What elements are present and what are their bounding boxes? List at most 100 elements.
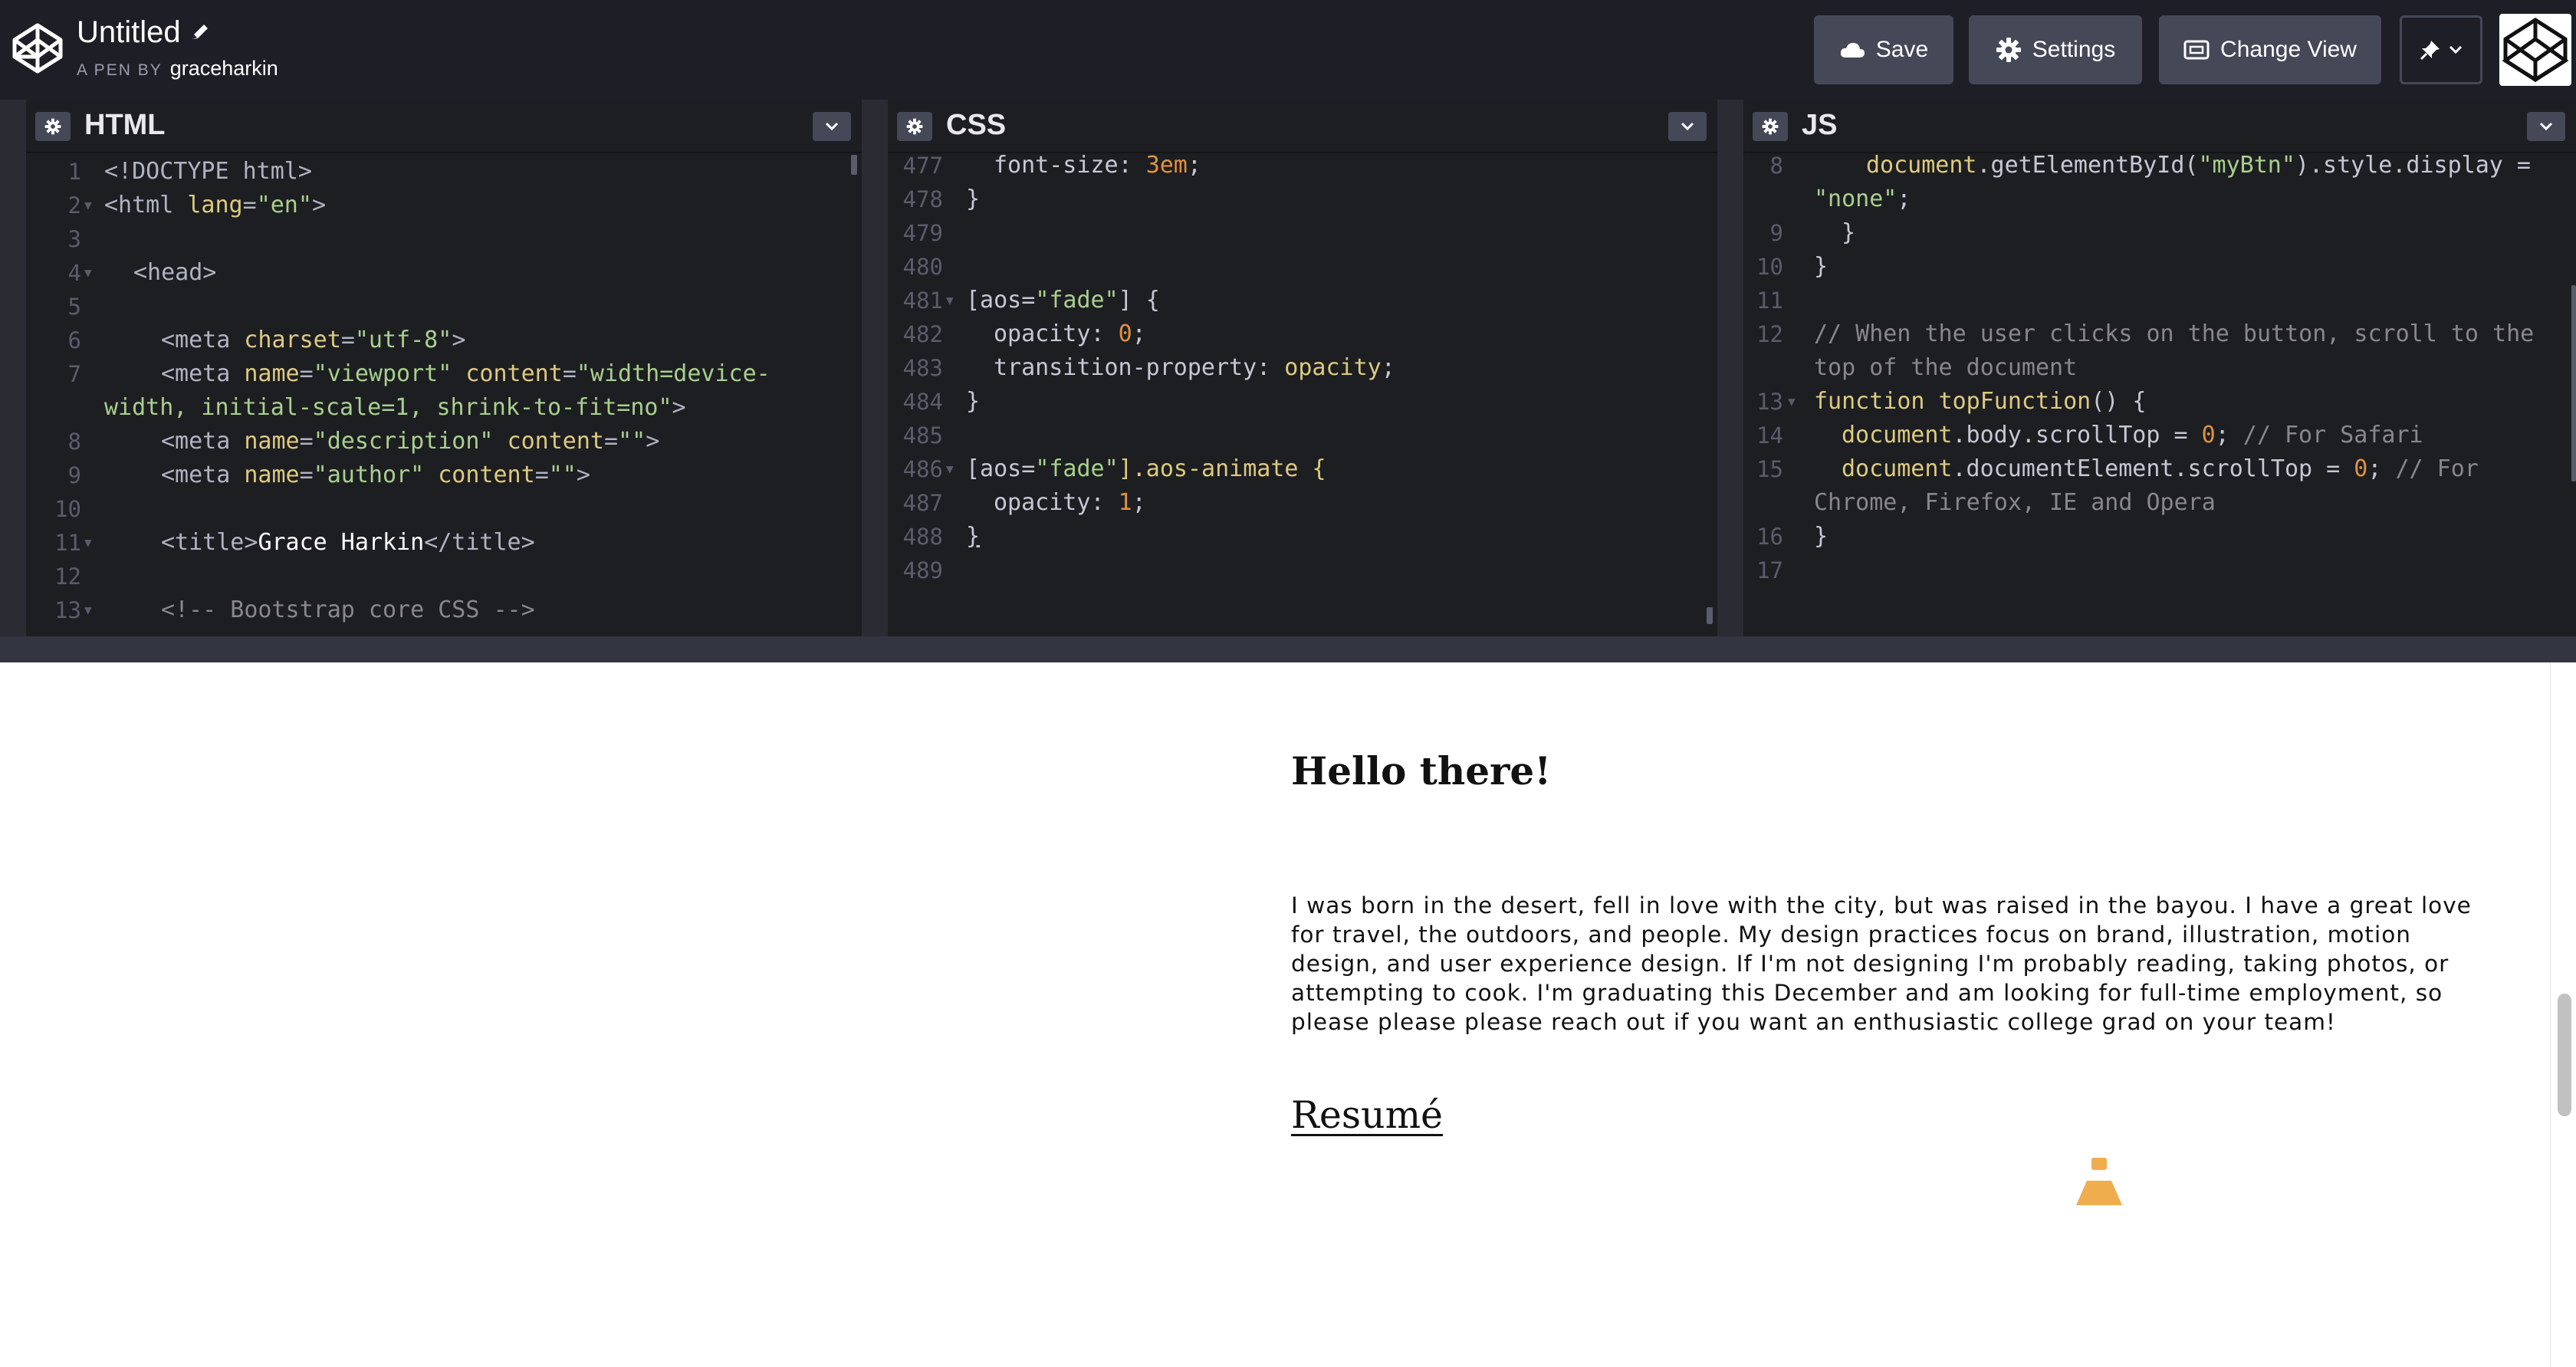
code-token: content: [438, 462, 535, 488]
change-view-label: Change View: [2220, 37, 2357, 62]
code-line: }: [966, 520, 1671, 554]
html-editor: HTML 1 2 3 4 5 6 7 8 9 10 11 12 13 ▼ ▼ ▼…: [26, 100, 862, 636]
fold-arrow-icon[interactable]: ▼: [84, 189, 92, 222]
code-token: "utf-8": [354, 327, 452, 353]
code-token: .getElementById(: [1976, 155, 2199, 179]
css-editor-title: CSS: [946, 109, 1007, 141]
save-button[interactable]: Save: [1814, 15, 1953, 84]
code-line: width, initial-scale=1, shrink-to-fit=no…: [104, 391, 816, 425]
resume-link[interactable]: Resumé: [1291, 1093, 1443, 1137]
code-token: "fade": [1035, 455, 1119, 482]
settings-button[interactable]: Settings: [1969, 15, 2142, 84]
code-token: }: [1842, 219, 1856, 246]
fold-arrow-icon[interactable]: ▼: [1788, 385, 1796, 419]
code-line: transition-property: opacity;: [994, 354, 1395, 381]
change-view-button[interactable]: Change View: [2159, 15, 2381, 84]
code-line: }: [966, 182, 1671, 216]
author-link[interactable]: graceharkin: [170, 57, 278, 81]
code-line: font-size: 3em;: [994, 155, 1671, 182]
fold-arrow-icon[interactable]: ▼: [84, 593, 92, 627]
preview-scrollbar-track[interactable]: [2550, 662, 2576, 1367]
line-number: 11: [54, 530, 81, 556]
byline: A PEN BY graceharkin: [77, 57, 278, 81]
js-collapse-button[interactable]: [2527, 112, 2565, 141]
line-number: 8: [67, 429, 81, 455]
line-number: 13: [54, 597, 81, 623]
preview-heading: Hello there!: [1291, 748, 1552, 794]
line-number: 489: [902, 557, 943, 583]
css-settings-button[interactable]: [897, 112, 932, 141]
line-number: 12: [1756, 321, 1783, 347]
line-number: 9: [67, 462, 81, 488]
code-line: "none";: [1814, 182, 2530, 216]
code-token: =: [299, 428, 314, 455]
preview-scrollbar-thumb[interactable]: [2558, 994, 2571, 1116]
code-token: <meta: [161, 360, 245, 387]
code-token: "en": [256, 192, 312, 219]
html-code[interactable]: 1 2 3 4 5 6 7 8 9 10 11 12 13 ▼ ▼ ▼ ▼ <!…: [26, 155, 862, 636]
code-token: "description": [313, 428, 494, 455]
code-token: 3em: [1145, 155, 1188, 179]
code-token: "viewport": [313, 360, 452, 387]
code-token: }: [966, 388, 981, 415]
code-token: ].aos-animate {: [1118, 455, 1326, 482]
code-line: Chrome, Firefox, IE and Opera: [1814, 486, 2530, 520]
code-line: opacity: 0;: [994, 320, 1146, 347]
code-token: <meta: [161, 327, 245, 353]
line-number: 487: [902, 490, 943, 516]
css-collapse-button[interactable]: [1668, 112, 1707, 141]
fold-arrow-icon[interactable]: ▼: [946, 284, 954, 317]
css-editor-scrollbar[interactable]: [1707, 607, 1713, 624]
line-number: 488: [902, 524, 943, 550]
line-number: 478: [902, 186, 943, 212]
code-token: "": [548, 462, 577, 488]
pen-title-text[interactable]: Untitled: [77, 14, 181, 51]
code-token: top of the document: [1814, 354, 2078, 381]
editor-resizer-2[interactable]: [1717, 100, 1743, 636]
code-token: "width=device-: [576, 360, 770, 387]
js-editor-scrollbar[interactable]: [2571, 285, 2576, 481]
js-code[interactable]: 8 9 10 11 12 13 14 15 16 17 ▼ document.g…: [1743, 155, 2576, 636]
code-line: [aos="fade"].aos-animate {: [966, 452, 1671, 486]
fold-arrow-icon[interactable]: ▼: [84, 526, 92, 560]
code-token: ] {: [1118, 287, 1160, 314]
code-token: =: [242, 192, 257, 219]
code-token: ).style.display =: [2295, 155, 2531, 179]
html-collapse-button[interactable]: [813, 112, 851, 141]
code-token: .body.scrollTop =: [1952, 422, 2202, 449]
code-token: name: [244, 462, 300, 488]
code-token: content: [507, 428, 604, 455]
editor-resizer-1[interactable]: [862, 100, 888, 636]
js-settings-button[interactable]: [1753, 112, 1788, 141]
code-token: Grace Harkin: [258, 529, 425, 556]
code-line: <title>Grace Harkin</title>: [161, 526, 816, 560]
line-number: 15: [1756, 456, 1783, 482]
editor-area: HTML 1 2 3 4 5 6 7 8 9 10 11 12 13 ▼ ▼ ▼…: [0, 100, 2576, 636]
pencil-icon[interactable]: [189, 21, 212, 44]
code-token: ;: [1897, 186, 1911, 212]
code-token: </title>: [424, 529, 535, 556]
code-token: lang: [187, 192, 243, 219]
codepen-logo-icon[interactable]: [11, 21, 64, 75]
code-line: <meta name="description" content="">: [161, 425, 816, 458]
pin-menu-button[interactable]: [2400, 15, 2482, 84]
css-code[interactable]: 477 478 479 480 481 482 483 484 485 486 …: [888, 155, 1717, 636]
code-token: "": [618, 428, 646, 455]
editor-resizer-left[interactable]: [0, 100, 26, 636]
preview-resizer[interactable]: [0, 636, 2576, 662]
code-line: function topFunction() {: [1814, 385, 2530, 419]
pen-title[interactable]: Untitled: [77, 14, 278, 51]
fold-arrow-icon[interactable]: ▼: [946, 452, 954, 486]
code-token: }: [1814, 523, 1829, 550]
code-token: transition-property: [994, 354, 1257, 381]
fold-arrow-icon[interactable]: ▼: [84, 256, 92, 290]
view-icon: [2183, 40, 2210, 60]
code-token: width, initial-scale=1, shrink-to-fit=no…: [104, 394, 672, 421]
avatar[interactable]: [2499, 14, 2571, 86]
line-number: 483: [902, 355, 943, 381]
scroll-to-top-icon[interactable]: [2070, 1158, 2128, 1208]
code-token: "fade": [1035, 287, 1119, 314]
html-editor-scrollbar[interactable]: [851, 155, 857, 175]
code-line: <meta name="viewport" content="width=dev…: [161, 357, 816, 391]
html-settings-button[interactable]: [35, 112, 71, 141]
